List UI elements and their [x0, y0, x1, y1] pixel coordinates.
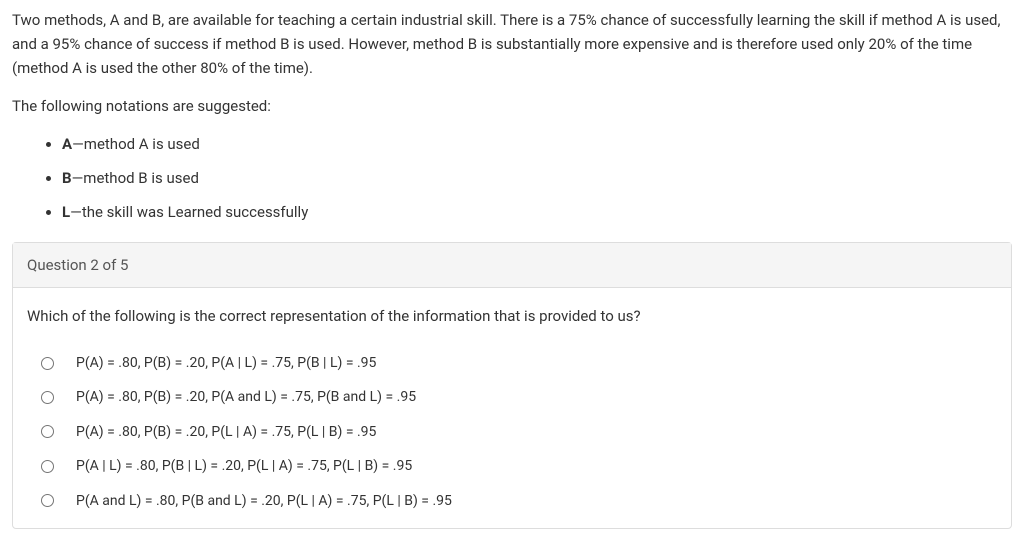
- option-radio[interactable]: [41, 425, 54, 438]
- option-text: P(A and L) = .80, P(B and L) = .20, P(L …: [76, 490, 452, 512]
- option-radio[interactable]: [41, 391, 54, 404]
- question-header: Question 2 of 5: [13, 243, 1011, 288]
- notation-label: A: [62, 135, 72, 153]
- option-row[interactable]: P(A and L) = .80, P(B and L) = .20, P(L …: [27, 484, 997, 518]
- notation-label: L: [62, 203, 70, 221]
- option-row[interactable]: P(A) = .80, P(B) = .20, P(A | L) = .75, …: [27, 346, 997, 380]
- notation-label: B: [62, 169, 72, 187]
- option-row[interactable]: P(A) = .80, P(B) = .20, P(A and L) = .75…: [27, 380, 997, 414]
- notation-desc: —method A is used: [72, 135, 200, 153]
- option-radio[interactable]: [41, 460, 54, 473]
- question-box: Question 2 of 5 Which of the following i…: [12, 242, 1012, 529]
- notation-desc: —the skill was Learned successfully: [70, 203, 308, 221]
- notation-item: A—method A is used: [62, 132, 1012, 156]
- option-text: P(A | L) = .80, P(B | L) = .20, P(L | A)…: [76, 455, 412, 477]
- question-body: Which of the following is the correct re…: [13, 288, 1011, 528]
- notation-item: L—the skill was Learned successfully: [62, 200, 1012, 224]
- problem-intro: Two methods, A and B, are available for …: [12, 8, 1012, 80]
- option-text: P(A) = .80, P(B) = .20, P(A | L) = .75, …: [76, 352, 376, 374]
- option-radio[interactable]: [41, 357, 54, 370]
- option-radio[interactable]: [41, 494, 54, 507]
- notation-list: A—method A is used B—method B is used L—…: [12, 132, 1012, 224]
- question-prompt: Which of the following is the correct re…: [27, 304, 997, 328]
- notation-desc: —method B is used: [72, 169, 199, 187]
- option-text: P(A) = .80, P(B) = .20, P(A and L) = .75…: [76, 386, 416, 408]
- notation-intro: The following notations are suggested:: [12, 94, 1012, 118]
- option-text: P(A) = .80, P(B) = .20, P(L | A) = .75, …: [76, 421, 376, 443]
- option-row[interactable]: P(A) = .80, P(B) = .20, P(L | A) = .75, …: [27, 415, 997, 449]
- option-row[interactable]: P(A | L) = .80, P(B | L) = .20, P(L | A)…: [27, 449, 997, 483]
- notation-item: B—method B is used: [62, 166, 1012, 190]
- options-container: P(A) = .80, P(B) = .20, P(A | L) = .75, …: [27, 346, 997, 518]
